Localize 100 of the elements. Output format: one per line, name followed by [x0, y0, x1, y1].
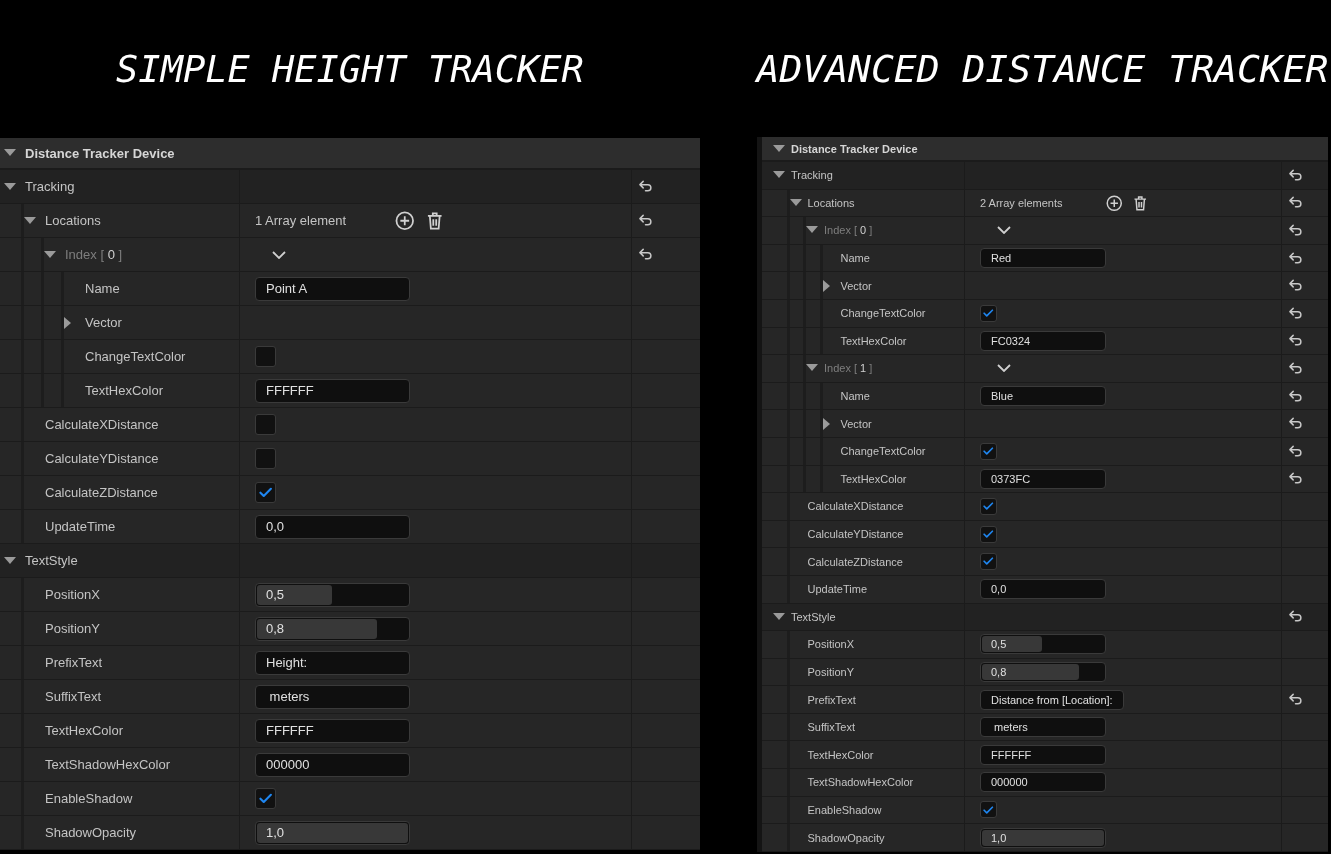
text-field[interactable]: Point A	[255, 276, 410, 301]
reset-arrow-icon[interactable]	[638, 214, 653, 227]
property-label: PositionY	[807, 666, 854, 678]
reset-arrow-icon[interactable]	[1288, 444, 1303, 458]
reset-arrow-icon[interactable]	[638, 180, 653, 193]
slider-field[interactable]: 0,5	[980, 634, 1106, 655]
property-label: Name	[85, 281, 120, 296]
index-label: Index [ 0 ]	[824, 224, 873, 237]
text-field[interactable]: FFFFFF	[980, 744, 1106, 765]
reset-arrow-icon[interactable]	[1288, 693, 1303, 707]
checkmark-icon	[983, 528, 994, 540]
triangle-right-icon[interactable]	[822, 279, 831, 292]
property-label: TextShadowHexColor	[807, 776, 914, 789]
reset-arrow-icon[interactable]	[1288, 306, 1303, 320]
text-field[interactable]: meters	[255, 684, 410, 709]
slider-field[interactable]: 1,0	[980, 827, 1106, 848]
reset-arrow-icon[interactable]	[638, 248, 653, 261]
triangle-down-icon[interactable]	[773, 144, 785, 153]
reset-arrow-icon[interactable]	[1288, 168, 1303, 182]
array-count: 2 Array elements	[980, 196, 1063, 209]
checkbox[interactable]	[255, 482, 276, 503]
text-field[interactable]: FFFFFF	[255, 378, 410, 403]
reset-arrow-icon[interactable]	[1288, 610, 1303, 624]
text-field[interactable]: meters	[980, 717, 1106, 738]
text-field[interactable]: Red	[980, 248, 1106, 269]
reset-arrow-icon[interactable]	[1288, 279, 1303, 293]
checkmark-icon	[258, 485, 273, 500]
text-field[interactable]: FC0324	[980, 330, 1106, 351]
checkbox[interactable]	[255, 448, 276, 469]
slider-field[interactable]: 1,0	[255, 820, 410, 845]
text-field[interactable]: Blue	[980, 386, 1106, 407]
chevron-down-icon[interactable]	[997, 226, 1011, 235]
reset-arrow-icon[interactable]	[1288, 334, 1303, 348]
checkmark-icon	[258, 791, 273, 806]
slider-field[interactable]: 0,8	[980, 662, 1106, 682]
text-field[interactable]: 0373FC	[980, 468, 1106, 489]
triangle-down-icon[interactable]	[4, 556, 16, 565]
checkbox[interactable]	[980, 497, 997, 515]
text-field[interactable]: Height:	[255, 650, 410, 675]
panel-title: Distance Tracker Device	[791, 142, 918, 155]
reset-arrow-icon[interactable]	[1288, 389, 1303, 403]
property-label: ChangeTextColor	[840, 445, 926, 458]
property-label: TextShadowHexColor	[45, 757, 170, 772]
slider-field[interactable]: 0,8	[255, 616, 410, 641]
chevron-down-icon[interactable]	[272, 250, 286, 259]
triangle-down-icon[interactable]	[44, 250, 56, 259]
text-field[interactable]: Distance from [Location]:	[980, 689, 1124, 710]
property-label: CalculateYDistance	[45, 451, 159, 466]
property-label: CalculateYDistance	[807, 528, 904, 540]
checkbox[interactable]	[255, 414, 276, 435]
reset-arrow-icon[interactable]	[1288, 361, 1303, 375]
property-label: ShadowOpacity	[807, 831, 885, 844]
checkbox[interactable]	[980, 801, 997, 819]
reset-arrow-icon[interactable]	[1288, 251, 1303, 265]
reset-arrow-icon[interactable]	[1288, 196, 1303, 210]
chevron-down-icon[interactable]	[997, 364, 1011, 373]
reset-arrow-icon[interactable]	[1288, 417, 1303, 431]
property-label: TextHexColor	[807, 748, 874, 761]
property-label: TextHexColor	[840, 334, 907, 347]
triangle-down-icon[interactable]	[789, 198, 802, 207]
triangle-down-icon[interactable]	[24, 216, 36, 225]
checkbox[interactable]	[255, 788, 276, 809]
category-label: Tracking	[791, 169, 833, 182]
checkbox[interactable]	[980, 304, 997, 322]
index-label: Index [ 1 ]	[824, 362, 873, 375]
checkbox[interactable]	[980, 442, 997, 460]
property-label: UpdateTime	[807, 583, 867, 596]
checkbox[interactable]	[980, 525, 997, 543]
property-label: CalculateXDistance	[807, 500, 904, 513]
text-field[interactable]: 000000	[255, 752, 410, 777]
property-label: Vector	[85, 315, 122, 330]
property-label: CalculateZDistance	[807, 555, 903, 568]
text-field[interactable]: 0,0	[255, 514, 410, 539]
triangle-down-icon[interactable]	[4, 182, 16, 191]
reset-arrow-icon[interactable]	[1288, 224, 1303, 237]
triangle-down-icon[interactable]	[806, 364, 818, 373]
reset-arrow-icon[interactable]	[1288, 472, 1303, 486]
property-label: UpdateTime	[45, 519, 116, 534]
checkbox[interactable]	[980, 553, 997, 571]
text-field[interactable]: 0,0	[980, 579, 1106, 600]
slider-field[interactable]: 0,5	[255, 582, 410, 607]
triangle-down-icon[interactable]	[773, 612, 785, 621]
triangle-down-icon[interactable]	[4, 149, 16, 157]
add-icon[interactable]	[395, 210, 415, 231]
checkbox[interactable]	[255, 346, 276, 367]
panel-heading: ADVANCED DISTANCE TRACKER	[756, 46, 1329, 91]
property-label: SuffixText	[45, 689, 102, 704]
triangle-down-icon[interactable]	[773, 171, 785, 180]
checkmark-icon	[983, 308, 994, 319]
checkmark-icon	[983, 501, 994, 512]
triangle-right-icon[interactable]	[64, 316, 72, 329]
triangle-right-icon[interactable]	[822, 417, 831, 430]
text-field[interactable]: FFFFFF	[255, 718, 410, 743]
add-icon[interactable]	[1105, 194, 1123, 212]
property-label: CalculateZDistance	[45, 485, 158, 500]
triangle-down-icon[interactable]	[806, 226, 818, 235]
trash-icon[interactable]	[1132, 194, 1149, 212]
property-label: EnableShadow	[45, 791, 133, 806]
checkmark-icon	[983, 556, 994, 567]
text-field[interactable]: 000000	[980, 772, 1106, 793]
